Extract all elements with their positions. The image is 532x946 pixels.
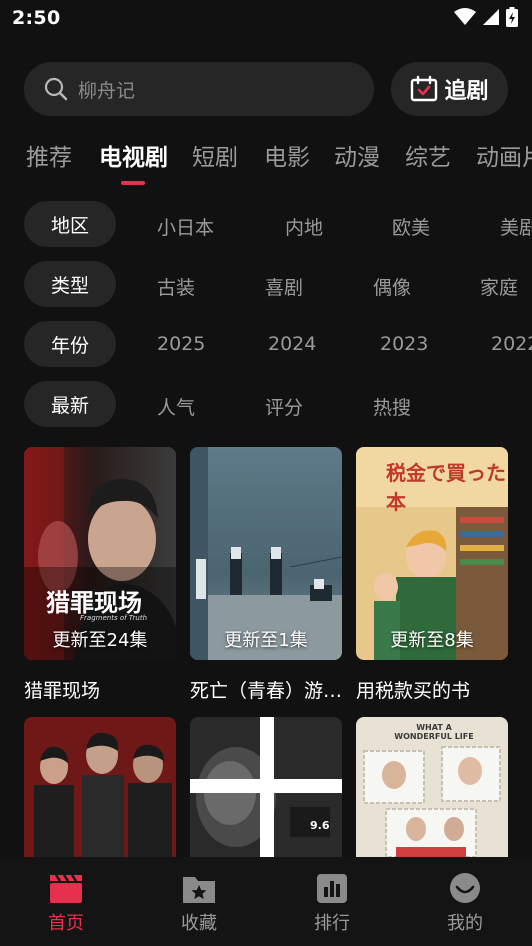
tab-tv-series[interactable]: 电视剧 xyxy=(99,138,168,172)
follow-button[interactable]: 追剧 xyxy=(391,62,508,116)
nav-home[interactable]: 首页 xyxy=(26,871,106,935)
status-icons xyxy=(454,7,518,27)
nav-label: 排行 xyxy=(314,913,350,934)
nav-label: 首页 xyxy=(48,913,84,934)
filter-row-year: 年份 2025 2024 2023 2022 xyxy=(0,321,532,367)
follow-label: 追剧 xyxy=(444,79,489,104)
tab-movie[interactable]: 电影 xyxy=(264,138,310,172)
poster-image[interactable] xyxy=(24,717,176,857)
card-title[interactable]: 猎罪现场 xyxy=(24,676,184,703)
status-bar: 2:50 xyxy=(0,0,532,36)
card-title[interactable]: 死亡（青春）游… xyxy=(190,676,350,703)
clapperboard-icon xyxy=(50,874,82,903)
bottom-navigation: 首页 收藏 排行 我的 xyxy=(0,857,532,946)
active-tab-indicator xyxy=(121,181,145,185)
filter-option[interactable]: 欧美 xyxy=(392,213,430,240)
calendar-check-icon xyxy=(411,75,438,102)
tab-recommend[interactable]: 推荐 xyxy=(26,138,72,172)
search-placeholder: 柳舟记 xyxy=(78,79,136,102)
filter-option[interactable]: 美剧 xyxy=(500,213,532,240)
filter-option[interactable]: 偶像 xyxy=(373,273,411,300)
filter-option[interactable]: 喜剧 xyxy=(265,273,303,300)
nav-favorites[interactable]: 收藏 xyxy=(159,871,239,935)
category-tabs: 推荐 电视剧 短剧 电影 动漫 综艺 动画片 xyxy=(0,138,532,188)
filter-row-sort: 最新 人气 评分 热搜 xyxy=(0,381,532,427)
filter-option[interactable]: 人气 xyxy=(157,393,195,420)
filter-option[interactable]: 古装 xyxy=(157,273,195,300)
nav-profile[interactable]: 我的 xyxy=(425,871,505,935)
episode-badge: 更新至1集 xyxy=(224,630,308,651)
poster-title-text: 税金で買った本 xyxy=(386,461,506,514)
tab-variety[interactable]: 综艺 xyxy=(405,138,451,172)
filter-option[interactable]: 热搜 xyxy=(373,393,411,420)
filter-label-year[interactable]: 年份 xyxy=(24,321,116,367)
poster-image[interactable]: 9.6 xyxy=(190,717,342,857)
star-folder-icon xyxy=(183,877,215,903)
nav-label: 我的 xyxy=(447,913,483,934)
bar-chart-icon xyxy=(317,874,347,903)
filter-option[interactable]: 2025 xyxy=(157,333,205,355)
smiley-icon xyxy=(450,873,480,903)
poster-image[interactable]: WHAT A WONDERFUL LIFE xyxy=(356,717,508,857)
card-title[interactable]: 用税款买的书 xyxy=(356,676,516,703)
episode-badge: 更新至8集 xyxy=(390,630,474,651)
poster-image[interactable]: 税金で買った本 更新至8集 xyxy=(356,447,508,660)
status-time: 2:50 xyxy=(12,7,61,29)
filter-option[interactable]: 2023 xyxy=(380,333,428,355)
filter-option[interactable]: 评分 xyxy=(265,393,303,420)
tab-cartoon[interactable]: 动画片 xyxy=(476,138,532,172)
tab-anime[interactable]: 动漫 xyxy=(334,138,380,172)
nav-ranking[interactable]: 排行 xyxy=(292,871,372,935)
filter-option[interactable]: 2024 xyxy=(268,333,316,355)
filter-option[interactable]: 内地 xyxy=(285,213,323,240)
poster-image[interactable]: 更新至1集 xyxy=(190,447,342,660)
search-input[interactable]: 柳舟记 xyxy=(24,62,374,116)
tab-short-drama[interactable]: 短剧 xyxy=(192,138,238,172)
filter-row-genre: 类型 古装 喜剧 偶像 家庭 xyxy=(0,261,532,307)
poster-image[interactable]: 猎罪现场 Fragments of Truth 更新至24集 xyxy=(24,447,176,660)
wifi-icon xyxy=(454,8,476,25)
filter-label-region[interactable]: 地区 xyxy=(24,201,116,247)
filter-option[interactable]: 2022 xyxy=(491,333,532,355)
filter-row-region: 地区 小日本 内地 欧美 美剧 xyxy=(0,201,532,247)
search-icon xyxy=(44,77,68,101)
poster-title-text: 猎罪现场 xyxy=(46,588,142,617)
battery-icon xyxy=(506,7,518,27)
poster-date-text: 9.6 xyxy=(310,819,330,832)
signal-icon xyxy=(483,9,499,25)
filter-option[interactable]: 家庭 xyxy=(480,273,518,300)
filter-option[interactable]: 小日本 xyxy=(157,213,214,240)
filter-label-sort[interactable]: 最新 xyxy=(24,381,116,427)
poster-title-text: WHAT A WONDERFUL LIFE xyxy=(394,723,474,741)
poster-subtitle-text: Fragments of Truth xyxy=(80,614,148,622)
nav-label: 收藏 xyxy=(181,913,217,934)
episode-badge: 更新至24集 xyxy=(52,630,148,651)
filter-label-genre[interactable]: 类型 xyxy=(24,261,116,307)
